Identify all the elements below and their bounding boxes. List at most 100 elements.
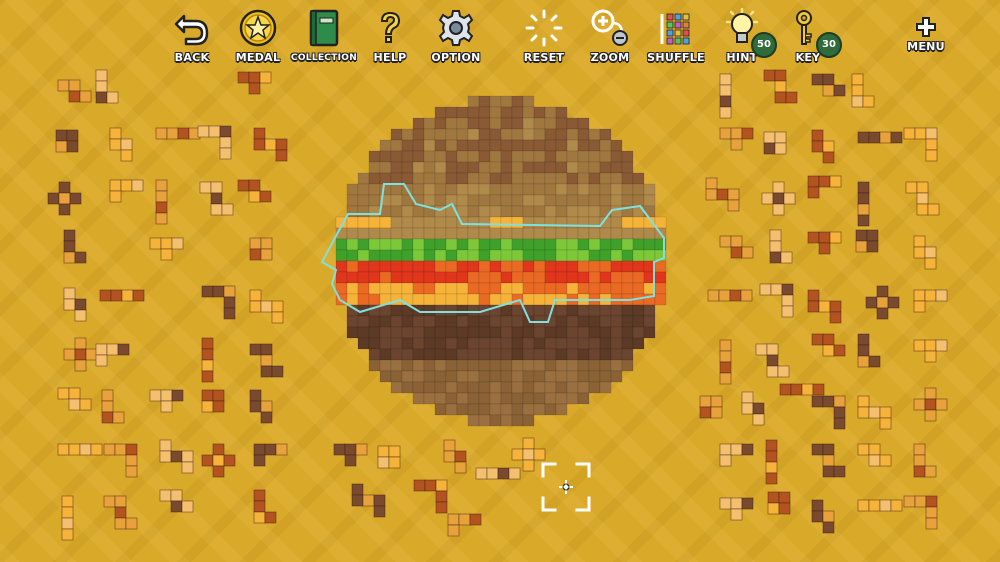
puzzle-piece[interactable] xyxy=(351,483,386,518)
puzzle-piece[interactable] xyxy=(199,181,234,216)
puzzle-piece[interactable] xyxy=(237,179,272,203)
puzzle-piece[interactable] xyxy=(807,231,842,255)
puzzle-piece[interactable] xyxy=(55,129,79,153)
puzzle-piece[interactable] xyxy=(101,389,125,424)
puzzle-piece[interactable] xyxy=(851,73,875,108)
puzzle-piece[interactable] xyxy=(253,443,288,467)
puzzle-piece[interactable] xyxy=(707,289,753,302)
puzzle-piece[interactable] xyxy=(95,69,119,104)
puzzle-piece[interactable] xyxy=(249,343,284,378)
puzzle-piece[interactable] xyxy=(719,339,732,385)
key-button[interactable]: KEY 30 xyxy=(772,6,844,66)
puzzle-piece[interactable] xyxy=(95,343,130,367)
puzzle-piece[interactable] xyxy=(57,387,92,411)
puzzle-piece[interactable] xyxy=(109,127,133,162)
puzzle-piece[interactable] xyxy=(57,79,92,103)
puzzle-piece[interactable] xyxy=(811,129,835,164)
puzzle-piece[interactable] xyxy=(903,495,938,530)
help-button[interactable]: HELP xyxy=(354,6,426,66)
puzzle-piece[interactable] xyxy=(857,395,892,430)
puzzle-piece[interactable] xyxy=(913,289,948,313)
puzzle-piece[interactable] xyxy=(763,69,798,104)
puzzle-piece[interactable] xyxy=(913,339,948,363)
puzzle-piece[interactable] xyxy=(855,229,879,253)
puzzle-piece[interactable] xyxy=(413,479,448,514)
puzzle-piece[interactable] xyxy=(759,283,794,318)
puzzle-piece[interactable] xyxy=(155,127,201,140)
puzzle-piece[interactable] xyxy=(903,127,938,162)
puzzle-piece[interactable] xyxy=(779,383,825,396)
puzzle-piece[interactable] xyxy=(705,177,740,212)
puzzle-piece[interactable] xyxy=(811,443,846,478)
puzzle-piece[interactable] xyxy=(741,391,765,426)
puzzle-piece[interactable] xyxy=(57,443,103,456)
puzzle-piece[interactable] xyxy=(249,237,273,261)
puzzle-piece[interactable] xyxy=(699,395,723,419)
puzzle-piece[interactable] xyxy=(249,389,273,424)
puzzle-piece[interactable] xyxy=(905,181,940,216)
puzzle-piece[interactable] xyxy=(475,467,521,480)
puzzle-piece[interactable] xyxy=(159,489,194,513)
puzzle-piece[interactable] xyxy=(377,445,401,469)
puzzle-piece[interactable] xyxy=(63,287,87,322)
puzzle-piece[interactable] xyxy=(913,235,937,270)
reset-button[interactable]: RESET xyxy=(508,6,580,66)
puzzle-piece[interactable] xyxy=(201,285,236,320)
puzzle-piece[interactable] xyxy=(237,71,272,95)
puzzle-piece[interactable] xyxy=(201,389,225,413)
menu-button[interactable]: MENU xyxy=(890,6,962,66)
puzzle-piece[interactable] xyxy=(253,489,277,524)
puzzle-piece[interactable] xyxy=(197,125,232,160)
back-button[interactable]: BACK xyxy=(156,6,228,66)
puzzle-piece[interactable] xyxy=(865,285,900,320)
puzzle-piece[interactable] xyxy=(333,443,368,467)
puzzle-piece[interactable] xyxy=(763,131,787,155)
puzzle-piece[interactable] xyxy=(857,181,870,227)
option-button[interactable]: OPTION xyxy=(420,6,492,66)
puzzle-piece[interactable] xyxy=(447,513,482,537)
shuffle-button[interactable]: SHUFFLE xyxy=(640,6,712,66)
puzzle-piece[interactable] xyxy=(857,443,892,467)
zoom-button[interactable]: ZOOM xyxy=(574,6,646,66)
crosshair-cursor[interactable] xyxy=(541,462,591,512)
puzzle-piece[interactable] xyxy=(913,443,937,478)
puzzle-piece[interactable] xyxy=(47,181,82,216)
hint-button[interactable]: HINT 50 xyxy=(706,6,778,66)
puzzle-piece[interactable] xyxy=(155,179,168,225)
puzzle-piece[interactable] xyxy=(61,495,74,541)
puzzle-piece[interactable] xyxy=(857,499,903,512)
puzzle-piece[interactable] xyxy=(719,443,754,467)
puzzle-piece[interactable] xyxy=(807,289,842,324)
puzzle-piece[interactable] xyxy=(857,131,903,144)
puzzle-piece[interactable] xyxy=(103,443,138,478)
puzzle-piece[interactable] xyxy=(811,73,846,97)
puzzle-piece[interactable] xyxy=(811,333,846,357)
puzzle-piece[interactable] xyxy=(719,497,754,521)
puzzle-piece[interactable] xyxy=(103,495,138,530)
puzzle-piece[interactable] xyxy=(109,179,144,203)
puzzle-piece[interactable] xyxy=(719,73,732,119)
puzzle-piece[interactable] xyxy=(63,229,87,264)
collection-button[interactable]: COLLECTION xyxy=(288,6,360,66)
puzzle-piece[interactable] xyxy=(807,175,842,199)
puzzle-piece[interactable] xyxy=(719,127,754,151)
puzzle-piece[interactable] xyxy=(765,439,778,485)
puzzle-piece[interactable] xyxy=(159,439,194,474)
puzzle-piece[interactable] xyxy=(755,343,790,378)
puzzle-piece[interactable] xyxy=(913,387,948,422)
puzzle-piece[interactable] xyxy=(99,289,145,302)
puzzle-piece[interactable] xyxy=(769,229,793,264)
medal-button[interactable]: MEDAL xyxy=(222,6,294,66)
puzzle-piece[interactable] xyxy=(443,439,467,474)
puzzle-piece[interactable] xyxy=(719,235,754,259)
puzzle-piece[interactable] xyxy=(149,389,184,413)
puzzle-piece[interactable] xyxy=(201,443,236,478)
puzzle-piece[interactable] xyxy=(767,491,791,515)
puzzle-piece[interactable] xyxy=(811,499,835,534)
puzzle-piece[interactable] xyxy=(201,337,214,383)
puzzle-piece[interactable] xyxy=(249,289,284,324)
puzzle-piece[interactable] xyxy=(253,127,288,162)
puzzle-piece[interactable] xyxy=(63,337,98,372)
puzzle-piece[interactable] xyxy=(857,333,881,368)
puzzle-piece[interactable] xyxy=(811,395,846,430)
